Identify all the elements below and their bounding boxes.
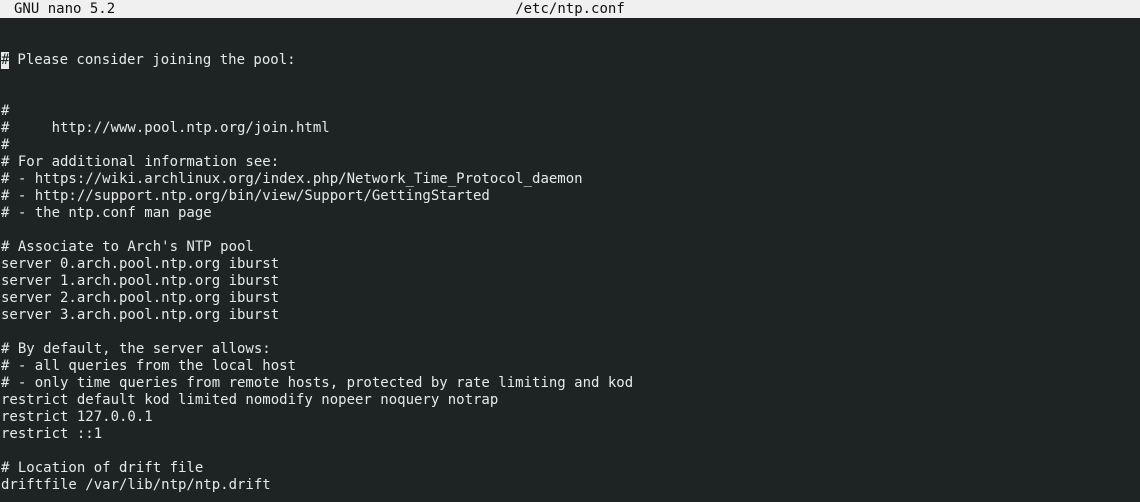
file-line-text: Please consider joining the pool: [9,52,296,68]
file-line: server 0.arch.pool.ntp.org iburst [1,256,1140,273]
file-line: # [1,137,1140,154]
file-line: # By default, the server allows: [1,341,1140,358]
file-line: # For additional information see: [1,154,1140,171]
file-line: # - all queries from the local host [1,358,1140,375]
file-line: # - only time queries from remote hosts,… [1,375,1140,392]
file-line [1,443,1140,460]
file-line: server 1.arch.pool.ntp.org iburst [1,273,1140,290]
file-line: restrict ::1 [1,426,1140,443]
file-line: # - https://wiki.archlinux.org/index.php… [1,171,1140,188]
file-line: driftfile /var/lib/ntp/ntp.drift [1,477,1140,494]
editor-area[interactable]: # Please consider joining the pool: ## h… [0,18,1140,502]
file-line: # - the ntp.conf man page [1,205,1140,222]
file-line: restrict default kod limited nomodify no… [1,392,1140,409]
file-line: # Please consider joining the pool: [1,52,1140,69]
nano-app-name: GNU nano 5.2 [14,0,115,18]
file-line: # - http://support.ntp.org/bin/view/Supp… [1,188,1140,205]
file-line: server 2.arch.pool.ntp.org iburst [1,290,1140,307]
file-line: # http://www.pool.ntp.org/join.html [1,120,1140,137]
file-line: restrict 127.0.0.1 [1,409,1140,426]
text-cursor: # [1,52,9,69]
file-line: server 3.arch.pool.ntp.org iburst [1,307,1140,324]
file-line [1,222,1140,239]
file-line: # Associate to Arch's NTP pool [1,239,1140,256]
file-line [1,324,1140,341]
file-line: # [1,103,1140,120]
file-line: # Location of drift file [1,460,1140,477]
nano-title-bar: /etc/ntp.conf GNU nano 5.2 [0,0,1140,18]
nano-file-path: /etc/ntp.conf [0,0,1140,18]
